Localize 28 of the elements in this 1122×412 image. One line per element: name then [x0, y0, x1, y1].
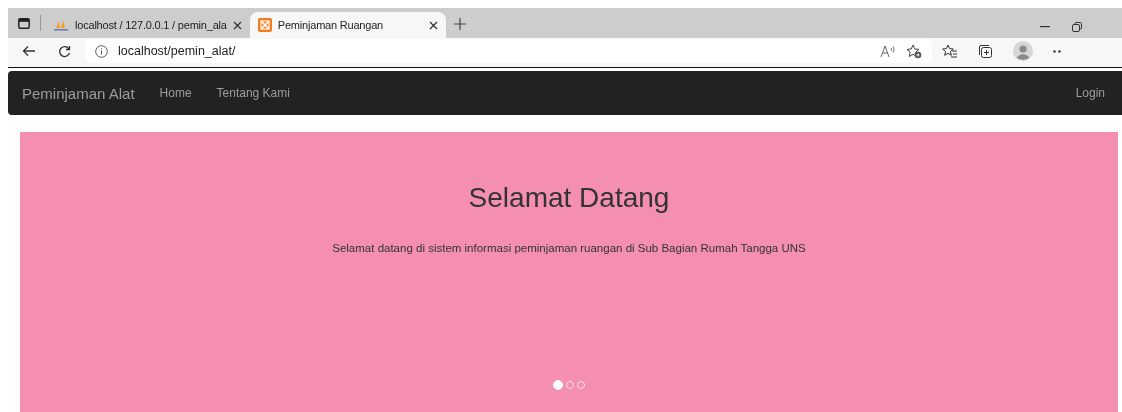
- info-icon[interactable]: [95, 44, 108, 58]
- tab-title: Peminjaman Ruangan: [277, 19, 385, 31]
- favorites-icon[interactable]: [942, 44, 958, 58]
- hero-text: Selamat datang di sistem informasi peminjaman ruangan di Sub Bagian Rumah Tangga UNS: [332, 242, 806, 254]
- close-icon[interactable]: [428, 20, 438, 30]
- collections-icon[interactable]: [978, 43, 993, 59]
- browser-tab[interactable]: localhost / 127.0.0.1 / pemin_ala: [45, 12, 250, 38]
- nav-link[interactable]: Home: [159, 86, 192, 100]
- login-link[interactable]: Login: [1075, 86, 1105, 100]
- refresh-icon[interactable]: [58, 44, 71, 58]
- back-icon[interactable]: [22, 44, 36, 57]
- sailboat-icon: [53, 19, 69, 31]
- minimize-icon[interactable]: [1040, 26, 1050, 28]
- favorite-add-icon[interactable]: [906, 43, 922, 59]
- new-tab-icon[interactable]: [453, 18, 466, 30]
- app-logo-icon: [257, 18, 272, 32]
- hero-title: Selamat Datang: [468, 182, 670, 214]
- restore-icon[interactable]: [1072, 22, 1082, 32]
- url-text: localhost/pemin_alat/: [118, 44, 236, 58]
- close-icon[interactable]: [232, 20, 242, 30]
- profile-avatar-icon[interactable]: [1013, 41, 1033, 61]
- address-bar[interactable]: localhost/pemin_alat/: [85, 39, 932, 63]
- nav-link[interactable]: Tentang Kami: [216, 86, 290, 100]
- more-icon[interactable]: [1053, 49, 1061, 53]
- site-brand[interactable]: Peminjaman Alat: [22, 84, 135, 102]
- browser-tab[interactable]: Peminjaman Ruangan: [249, 12, 446, 38]
- tab-title: localhost / 127.0.0.1 / pemin_ala: [75, 19, 227, 31]
- read-aloud-icon[interactable]: [880, 44, 896, 58]
